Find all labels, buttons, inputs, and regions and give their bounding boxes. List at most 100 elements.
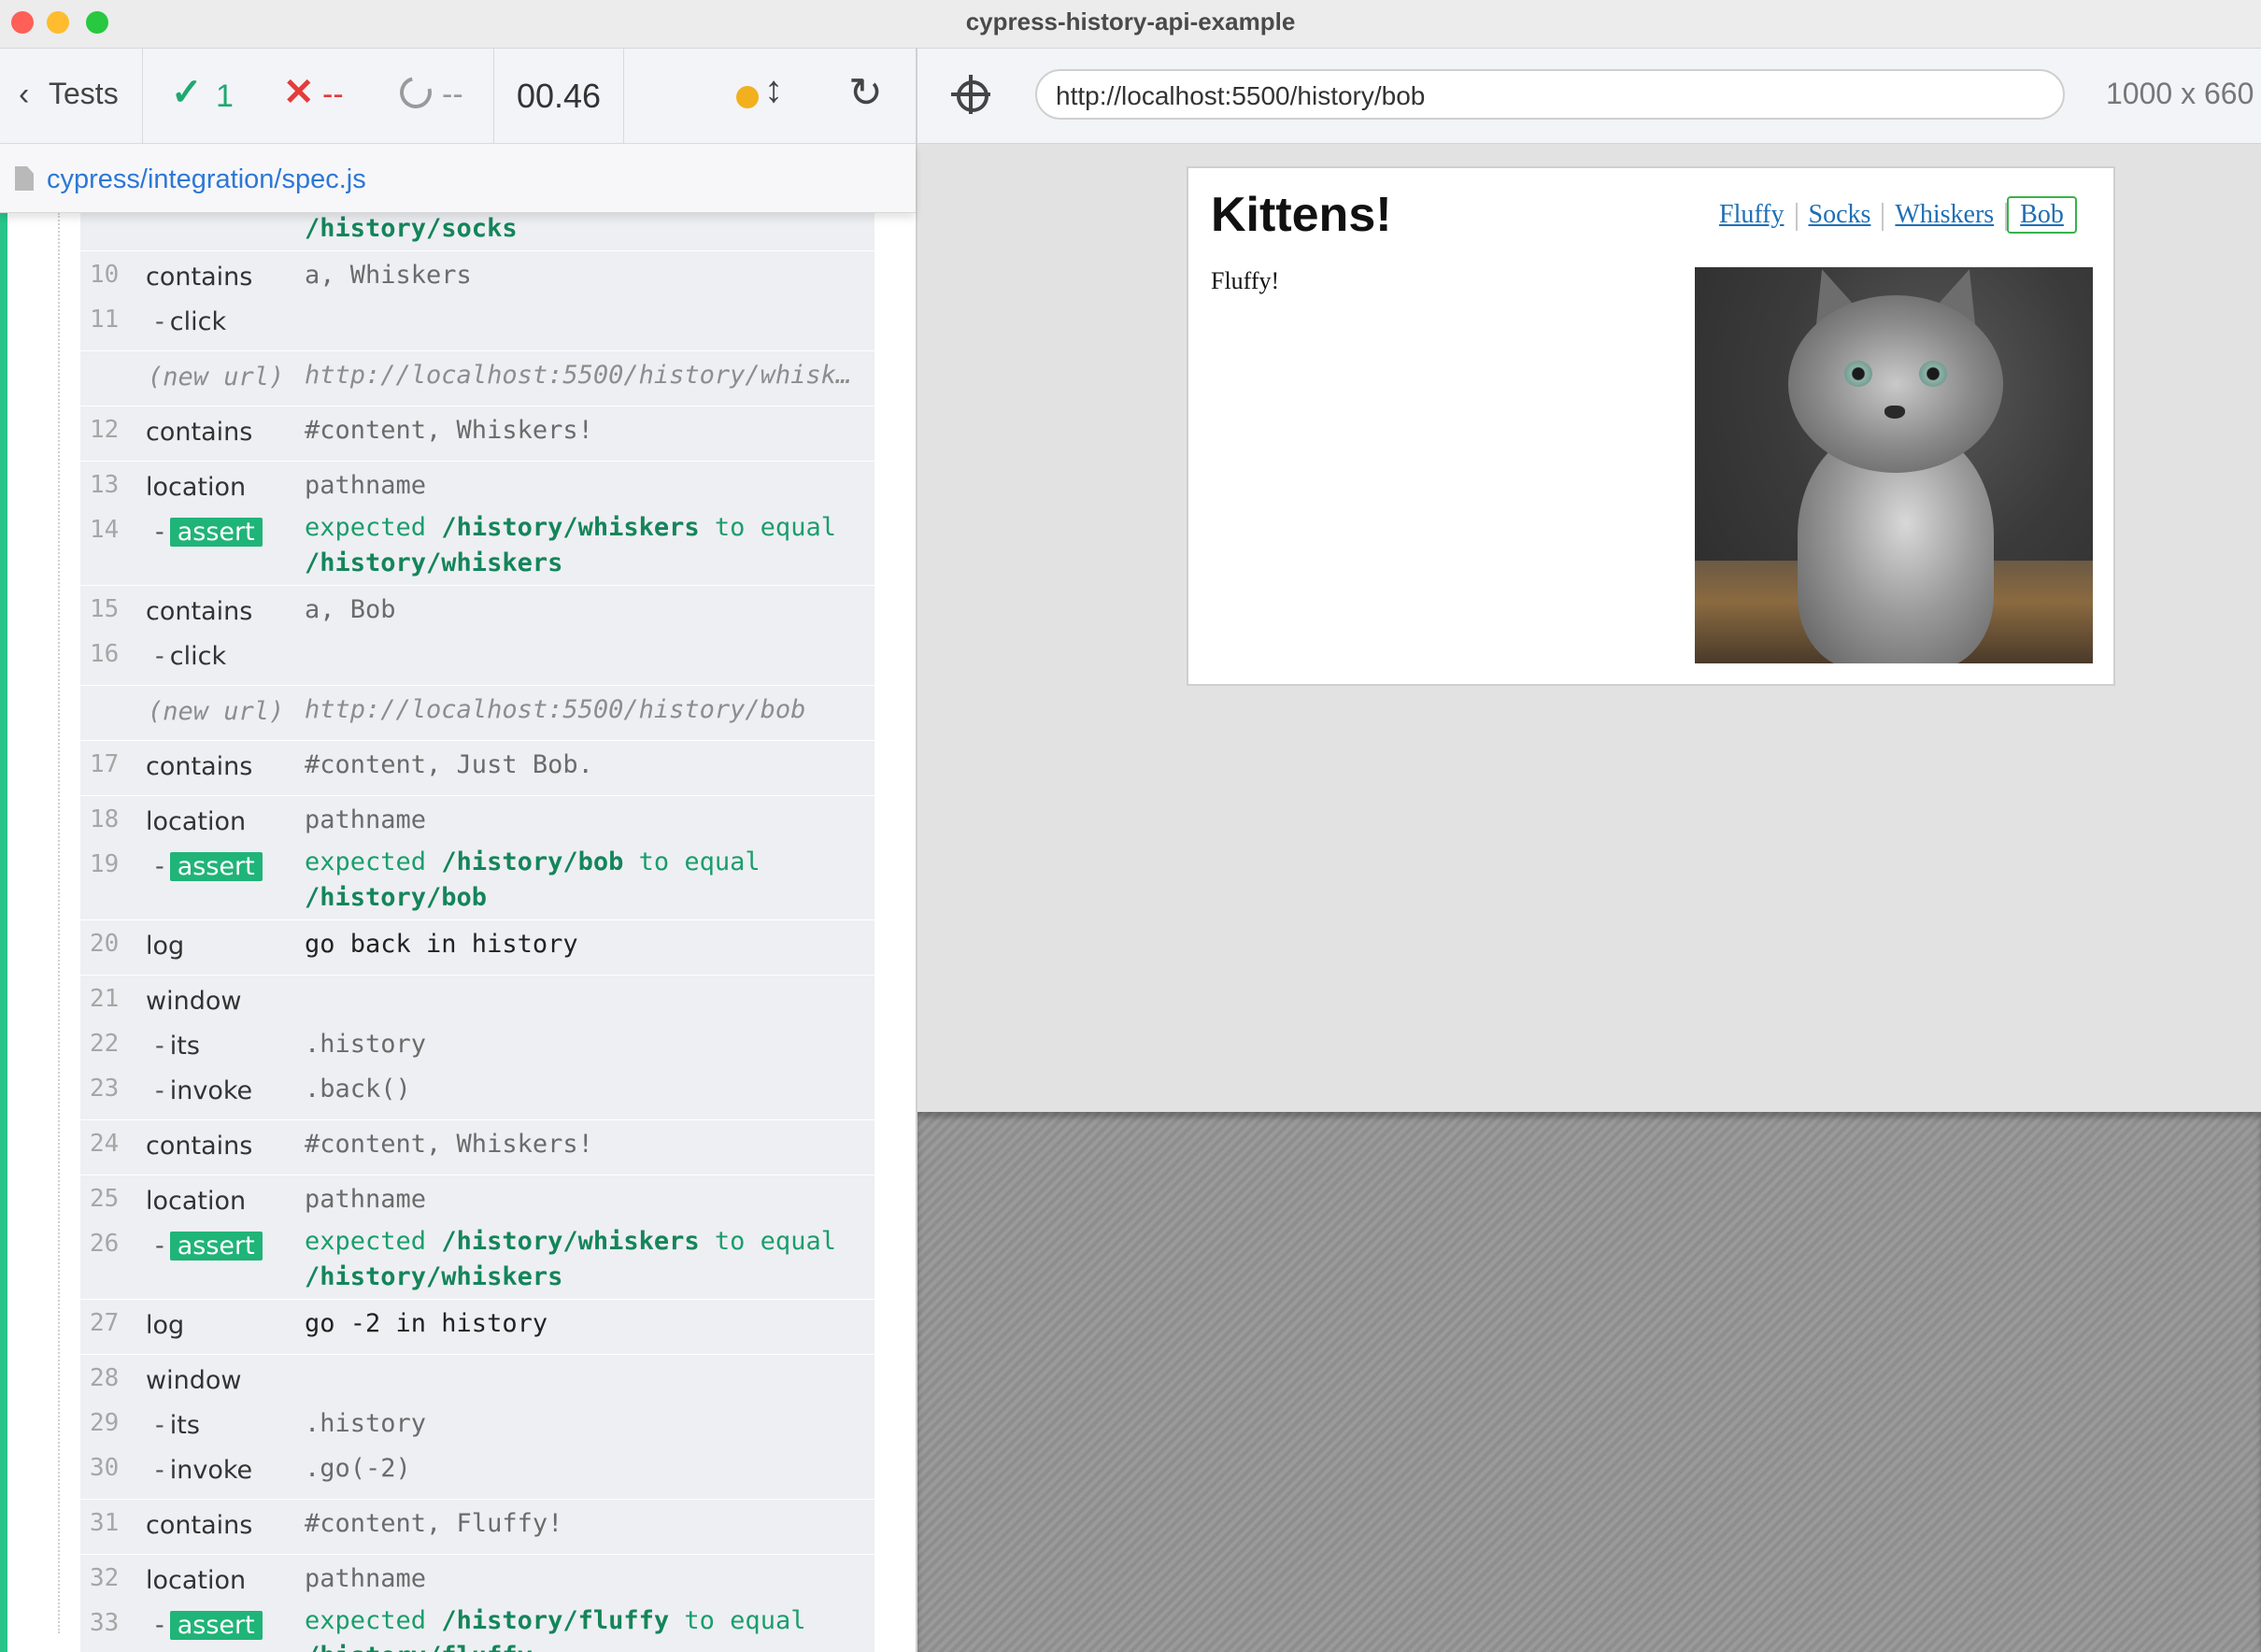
assert-expected: /history/whiskers bbox=[441, 1227, 700, 1256]
command-number: 31 bbox=[90, 1509, 120, 1537]
command-message: #content, Just Bob. bbox=[305, 750, 593, 779]
command-group: 25 location pathname 26 - assert expected /his… bbox=[80, 1175, 875, 1300]
command-number: 27 bbox=[90, 1309, 120, 1337]
command-row[interactable]: 32 location pathname bbox=[80, 1559, 875, 1603]
auto-scroll-toggle-icon[interactable]: ↕ bbox=[764, 69, 783, 111]
command-name: contains bbox=[146, 597, 253, 626]
command-row[interactable]: (new url) http://localhost:5500/history/b… bbox=[80, 690, 875, 734]
command-row[interactable]: 33 - assert expected /history/fluffy to equ… bbox=[80, 1603, 875, 1652]
command-group: 32 location pathname 33 - assert expected /his… bbox=[80, 1555, 875, 1652]
command-name: - invoke bbox=[155, 1076, 253, 1105]
command-row[interactable]: 11 - click bbox=[80, 300, 875, 345]
command-row[interactable]: 19 - assert expected /history/bob to equal /… bbox=[80, 845, 875, 914]
command-row[interactable]: 31 contains #content, Fluffy! bbox=[80, 1503, 875, 1548]
assert-actual: /history/whiskers bbox=[305, 548, 563, 577]
command-name: location bbox=[146, 473, 247, 502]
nav-link-whiskers[interactable]: Whiskers bbox=[1884, 198, 2005, 232]
command-number: 22 bbox=[90, 1030, 120, 1058]
spec-file-link[interactable]: cypress/integration/spec.js bbox=[47, 164, 366, 195]
nav-link-fluffy[interactable]: Fluffy bbox=[1708, 198, 1796, 232]
nav-link-bob[interactable]: Bob bbox=[2007, 196, 2077, 234]
tests-button[interactable]: ‹ Tests bbox=[0, 49, 143, 144]
command-group: 20 log go back in history bbox=[80, 920, 875, 976]
command-number: 14 bbox=[90, 516, 120, 544]
command-row[interactable]: 14 - assert expected /history/whiskers to e… bbox=[80, 510, 875, 579]
command-row[interactable]: 24 contains #content, Whiskers! bbox=[80, 1124, 875, 1169]
command-name: contains bbox=[146, 1511, 253, 1540]
command-row[interactable]: -assertexpected /history/socks to equal/… bbox=[80, 213, 875, 245]
viewport-size[interactable]: 1000 x 660 bbox=[2106, 77, 2254, 111]
command-row[interactable]: (new url) http://localhost:5500/history/w… bbox=[80, 355, 875, 400]
command-name: - click bbox=[155, 642, 227, 671]
assert-message: expected /history/fluffy to equal/histor… bbox=[305, 1603, 865, 1652]
command-name: - assert bbox=[155, 1232, 263, 1260]
assert-actual: /history/bob bbox=[305, 883, 488, 912]
assert-message: expected /history/whiskers to equal/hist… bbox=[305, 1227, 836, 1291]
assert-expected: /history/bob bbox=[441, 847, 624, 876]
pending-spinner-icon bbox=[393, 70, 438, 115]
command-row[interactable]: 21 window bbox=[80, 979, 875, 1024]
assert-message: expected /history/socks to equal/history… bbox=[305, 213, 865, 247]
spec-file-row: cypress/integration/spec.js bbox=[0, 144, 916, 213]
child-dash: - bbox=[155, 518, 164, 547]
command-group: 10 contains a, Whiskers 11 - click bbox=[80, 251, 875, 351]
command-row[interactable]: 17 contains #content, Just Bob. bbox=[80, 745, 875, 790]
command-number: 30 bbox=[90, 1454, 120, 1482]
command-name: log bbox=[146, 1311, 185, 1340]
command-group: 17 contains #content, Just Bob. bbox=[80, 741, 875, 796]
command-row[interactable]: 12 contains #content, Whiskers! bbox=[80, 410, 875, 455]
command-row[interactable]: 23 - invoke .back() bbox=[80, 1069, 875, 1114]
kitten-eye-right bbox=[1919, 361, 1947, 387]
command-group: -assertexpected /history/socks to equal/… bbox=[80, 213, 875, 251]
command-row[interactable]: 20 log go back in history bbox=[80, 924, 875, 969]
runnable-guide-line bbox=[58, 213, 60, 1633]
command-name: - its bbox=[155, 1032, 200, 1061]
command-row[interactable]: 22 - its .history bbox=[80, 1024, 875, 1069]
kitten-nav: Fluffy Socks Whiskers Bob bbox=[1708, 196, 2077, 234]
command-row[interactable]: 13 location pathname bbox=[80, 465, 875, 510]
command-number: 23 bbox=[90, 1075, 120, 1103]
assert-message: expected /history/whiskers to equal/hist… bbox=[305, 513, 836, 577]
aut-header: http://localhost:5500/history/bob 1000 x… bbox=[917, 49, 2261, 144]
command-number: 32 bbox=[90, 1564, 120, 1592]
nav-link-socks[interactable]: Socks bbox=[1798, 198, 1883, 232]
window-title: cypress-history-api-example bbox=[965, 7, 1296, 36]
duration-value: 00.46 bbox=[516, 77, 602, 115]
command-message: #content, Fluffy! bbox=[305, 1509, 563, 1538]
command-row[interactable]: 29 - its .history bbox=[80, 1403, 875, 1448]
command-name: log bbox=[146, 932, 185, 961]
command-number: 26 bbox=[90, 1230, 120, 1258]
child-dash: - bbox=[155, 1411, 164, 1440]
assert-badge: assert bbox=[169, 852, 263, 881]
running-status-dot-icon bbox=[736, 86, 759, 108]
command-row[interactable]: 18 location pathname bbox=[80, 800, 875, 845]
command-number: 11 bbox=[90, 306, 120, 334]
pending-count: -- bbox=[442, 77, 463, 112]
command-row[interactable]: 30 - invoke .go(-2) bbox=[80, 1448, 875, 1493]
command-row[interactable]: 26 - assert expected /history/whiskers to e… bbox=[80, 1224, 875, 1293]
command-row[interactable]: 10 contains a, Whiskers bbox=[80, 255, 875, 300]
command-number: 12 bbox=[90, 416, 120, 444]
command-name: (new url) bbox=[148, 697, 285, 726]
command-row[interactable]: 28 window bbox=[80, 1359, 875, 1403]
command-message: http://localhost:5500/history/bob bbox=[305, 695, 806, 724]
selector-playground-icon[interactable] bbox=[951, 75, 990, 114]
command-message: pathname bbox=[305, 1185, 427, 1214]
command-name: - assert bbox=[155, 518, 263, 547]
command-log: -assertexpected /history/socks to equal/… bbox=[80, 213, 875, 1652]
command-number: 16 bbox=[90, 640, 120, 668]
command-message: a, Bob bbox=[305, 595, 396, 624]
command-group: 12 contains #content, Whiskers! bbox=[80, 406, 875, 462]
content-text: Fluffy! bbox=[1211, 267, 1280, 294]
aut-unused-area bbox=[917, 1112, 2261, 1652]
assert-actual: /history/socks bbox=[305, 214, 518, 243]
assert-actual: /history/fluffy bbox=[305, 1642, 533, 1652]
command-row[interactable]: 16 - click bbox=[80, 634, 875, 679]
command-name: window bbox=[146, 1366, 242, 1395]
command-row[interactable]: 15 contains a, Bob bbox=[80, 590, 875, 634]
command-row[interactable]: 27 log go -2 in history bbox=[80, 1303, 875, 1348]
kitten-head bbox=[1788, 295, 2003, 473]
command-row[interactable]: 25 location pathname bbox=[80, 1179, 875, 1224]
rerun-icon[interactable]: ↻ bbox=[848, 69, 883, 117]
x-icon: ✕ bbox=[283, 72, 315, 113]
